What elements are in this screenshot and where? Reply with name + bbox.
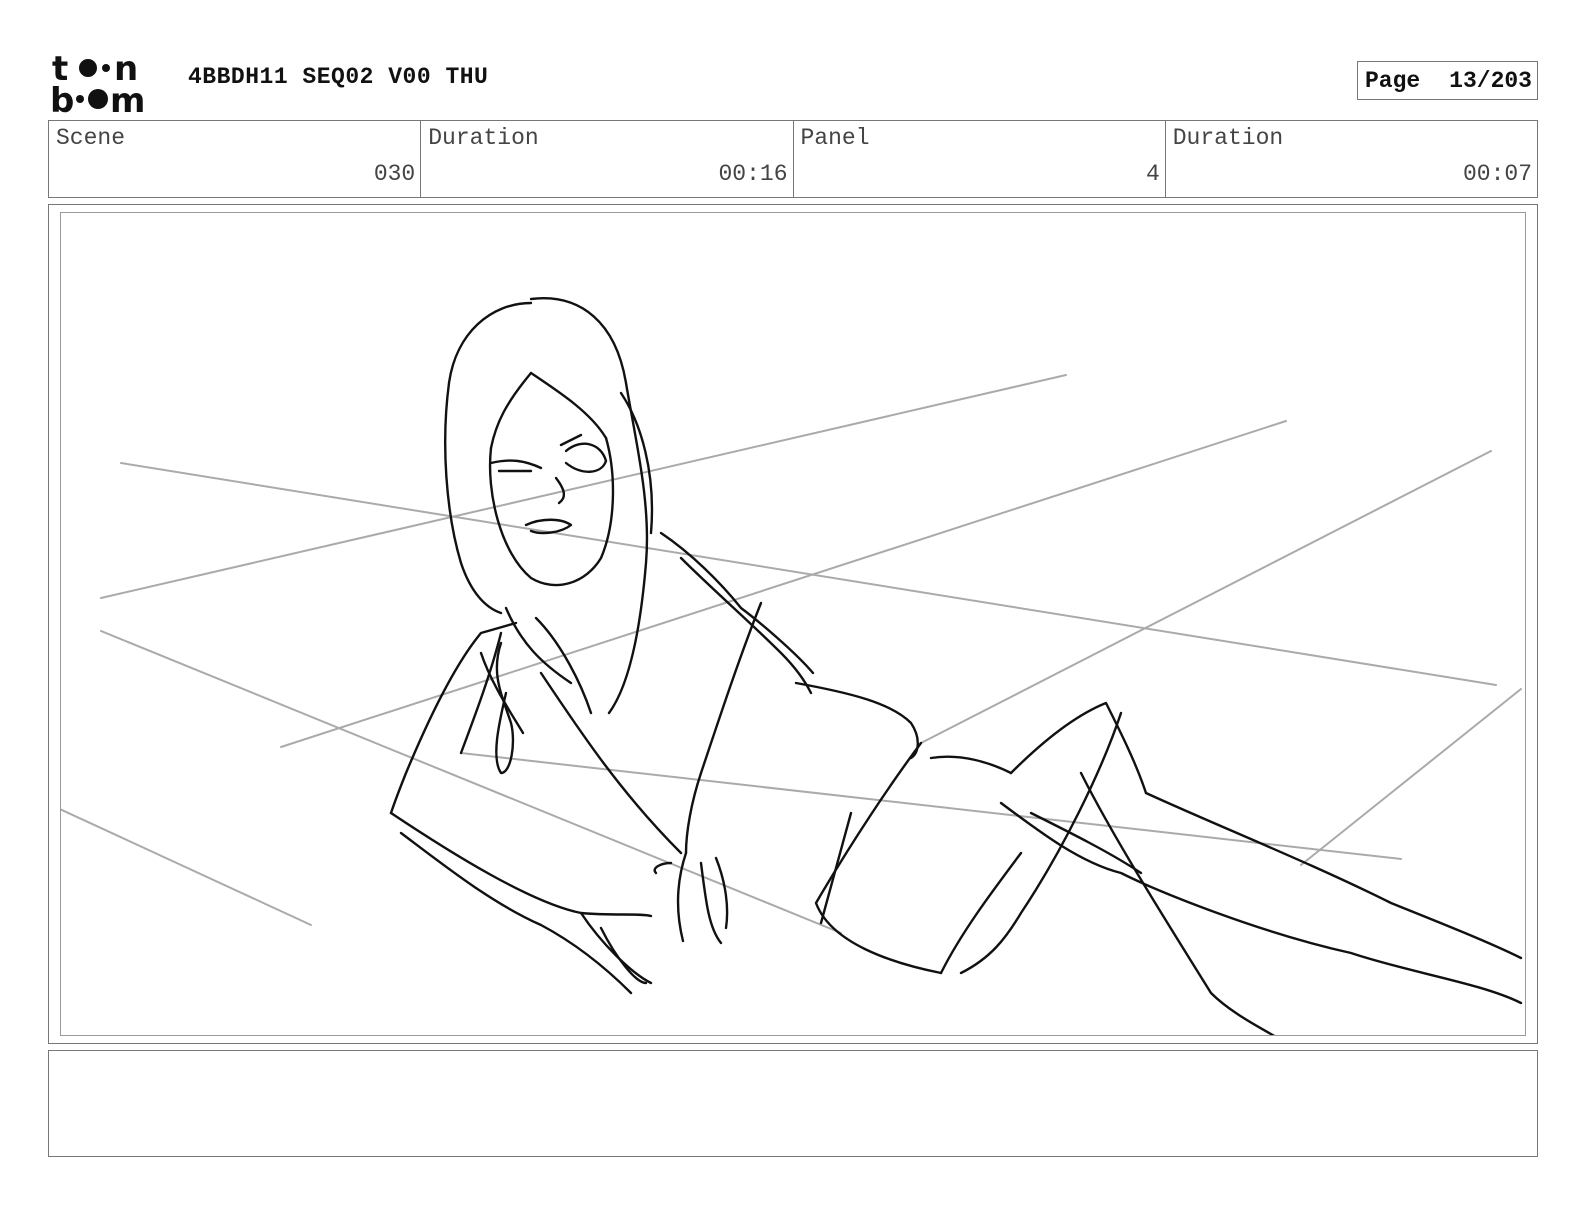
panel-duration-value: 00:07 <box>1462 161 1532 187</box>
scene-cell: Scene 030 <box>49 121 422 197</box>
notes-box <box>48 1050 1538 1157</box>
panel-duration-cell: Duration 00:07 <box>1166 121 1537 197</box>
page-indicator: Page 13/203 <box>1357 61 1538 100</box>
page-label: Page <box>1365 67 1421 94</box>
scene-duration-value: 00:16 <box>718 161 788 187</box>
panel-duration-label: Duration <box>1172 125 1284 151</box>
scene-duration-label: Duration <box>428 125 539 151</box>
info-bar: Scene 030 Duration 00:16 Panel 4 Duratio… <box>48 120 1538 198</box>
panel-cell: Panel 4 <box>794 121 1166 197</box>
scene-value: 030 <box>373 161 416 187</box>
scene-label: Scene <box>56 125 126 151</box>
document-title: 4BBDH11 SEQ02 V00 THU <box>188 64 489 90</box>
page-value: 13/203 <box>1449 67 1532 94</box>
sketch-image <box>61 297 1523 1035</box>
panel-label: Panel <box>800 125 870 151</box>
panel-value: 4 <box>1145 161 1160 187</box>
storyboard-panel-frame <box>48 204 1538 1044</box>
scene-duration-cell: Duration 00:16 <box>421 121 794 197</box>
toon-boom-logo: t n b m <box>50 49 166 121</box>
svg-text:b: b <box>50 81 74 114</box>
storyboard-panel <box>60 212 1526 1036</box>
svg-text:m: m <box>110 81 145 114</box>
